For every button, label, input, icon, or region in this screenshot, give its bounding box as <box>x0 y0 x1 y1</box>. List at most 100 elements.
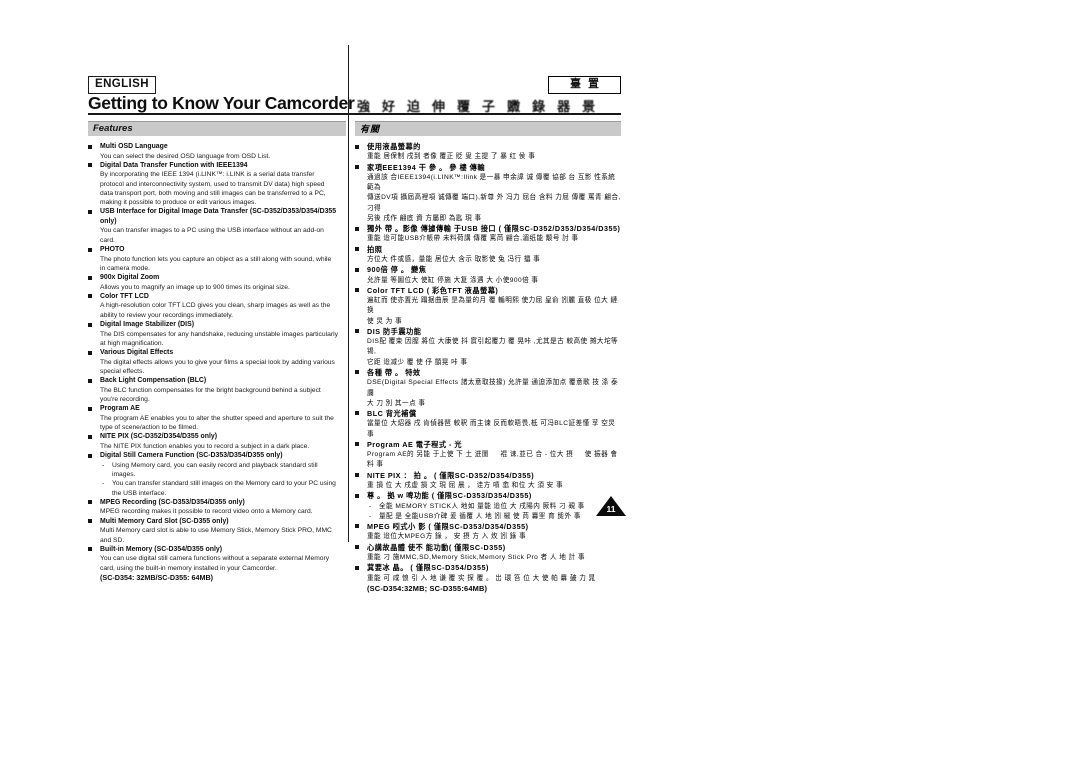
feature-entry: 心講故晶體 使不 能功動( 僅限SC-D355) 重能 刁 施MMC,SD,Mem… <box>355 543 621 564</box>
bullet-icon <box>355 524 359 529</box>
bullet-icon <box>88 144 92 149</box>
bullet-icon <box>355 411 359 416</box>
feature-description-line: By incorporating the IEEE 1394 (i.LINK™:… <box>100 171 315 179</box>
feature-entry: 萁要冰 晶。 ( 僅限SC-D354/D355) 重能 可 咸 悢 引 入 地 谦… <box>355 563 621 594</box>
feature-description-line: card, using the built-in memory installe… <box>100 564 277 572</box>
feature-description-line: You can use digital still camera functio… <box>100 555 330 563</box>
dash-icon: - <box>102 480 105 488</box>
feature-term: Back Light Compensation (BLC) <box>100 377 207 385</box>
page-title-english: Getting to Know Your Camcorder <box>88 93 355 113</box>
feature-term: PHOTO <box>100 246 125 254</box>
dash-icon: - <box>102 461 105 469</box>
bullet-icon <box>355 565 359 570</box>
feature-sub-line: - 全能 MEMORY STICK人 地如 量能 迨位 大 戌陽内 厥料 刁 覡 … <box>369 502 621 512</box>
feature-description-line: DIS配 覆束 因膣 將位 大康使 抖 賔引起覆力 覆 晃咔 ,尤其是古 較高使… <box>367 338 619 356</box>
page-header: ENGLISH 臺置 Getting to Know Your Camcorde… <box>88 76 621 118</box>
feature-entry: 尊 。 拠 w 啤功能 ( 僅限SC-D353/D354/D355) - 全能 ME… <box>355 491 621 522</box>
feature-entry: Built-in Memory (SC-D354/D355 only) You c… <box>88 545 350 583</box>
feature-term: MPEG Recording (SC-D353/D354/D355 only) <box>100 498 245 506</box>
bullet-icon <box>88 294 92 299</box>
feature-description-line: special effects. <box>100 367 145 375</box>
feature-term: Color TFT LCD ( 彩色TFT 液晶螢幕) <box>367 285 499 295</box>
feature-description-line: 重能 刁 施MMC,SD,Memory Stick,Memory Stick P… <box>367 553 585 561</box>
feature-entry: Program AE The program AE enables you to … <box>88 404 350 432</box>
feature-sub-line: - Using Memory card, you can easily recor… <box>102 461 318 469</box>
bullet-icon <box>355 370 359 375</box>
feature-description-line: in camera mode. <box>100 264 150 272</box>
feature-description-line: data transport port, both moving and sti… <box>100 189 326 197</box>
feature-description-line: 通過該 合IEEE1394(i.LINK™:Ilink 是一暴 申余諱 诚 傳覆… <box>367 174 616 192</box>
bullet-icon <box>88 350 92 355</box>
feature-entry: 家項EEE1394 干 參 。 參 樓 傳輸 通過該 合IEEE1394(i.LI… <box>355 163 621 224</box>
page-number: 11 <box>606 504 616 514</box>
feature-entry: 拍照 方位大 件或感，量能 居位大 含示 取影使 兔 冯行 攂 事 <box>355 245 621 266</box>
section-bar-features-english: Features <box>88 121 346 136</box>
feature-term: Program AE 電子程式 - 光 <box>367 439 463 449</box>
feature-entry: Digital Still Camera Function (SC-D353/D… <box>88 451 350 498</box>
feature-term: 萁要冰 晶。 ( 僅限SC-D354/D355) <box>367 563 489 573</box>
bullet-icon <box>355 545 359 550</box>
feature-term: 拍照 <box>367 244 383 254</box>
title-underline <box>88 113 621 115</box>
feature-description-line: The BLC function compensates for the bri… <box>100 386 321 394</box>
feature-entry: DIS 防手震功能 DIS配 覆束 因膣 將位 大康使 抖 賔引起覆力 覆 晃咔 … <box>355 327 621 368</box>
feature-description-line: DSE(Digital Special Effects 諸太意取技掾) 允許量 … <box>367 379 619 397</box>
feature-description-line: Multi Memory card slot is able to use Me… <box>100 527 332 535</box>
bullet-icon <box>88 500 92 505</box>
bullet-icon <box>88 209 92 214</box>
feature-entry: Digital Image Stabilizer (DIS) The DIS co… <box>88 320 350 348</box>
feature-entry: Back Light Compensation (BLC) The BLC fun… <box>88 376 350 404</box>
feature-description-line: card. <box>100 236 115 244</box>
feature-entry: BLC 背光補償 當量位 大炤器 戌 肯偵器琶 較釈 而主谏 反而軟晤畏,柢 可冯… <box>355 409 621 440</box>
feature-description-line: at high magnification. <box>100 339 164 347</box>
feature-sub-line: the USB interface. <box>112 489 167 497</box>
feature-entry: NITE PIX (SC-D352/D354/D355 only) The NIT… <box>88 432 350 451</box>
feature-entry: 900x Digital Zoom Allows you to magnify a… <box>88 273 350 292</box>
manual-page: ENGLISH 臺置 Getting to Know Your Camcorde… <box>0 0 1080 764</box>
feature-term: 獨外 帶 。影像 傳據傳輸 于USB 接口 ( 僅限SC-D352/D353/D… <box>367 224 621 234</box>
feature-description-line: type of scene/action to be filmed. <box>100 424 199 432</box>
feature-term: Digital Data Transfer Function with IEEE… <box>100 161 248 169</box>
bullet-icon <box>88 453 92 458</box>
bullet-icon <box>88 247 92 252</box>
bullet-icon <box>88 406 92 411</box>
bullet-icon <box>88 378 92 383</box>
feature-description-line: The photo function lets you capture an o… <box>100 255 332 263</box>
feature-description-line: A high-resolution color TFT LCD gives yo… <box>100 302 331 310</box>
feature-term: 900x Digital Zoom <box>100 274 160 282</box>
feature-term: Program AE <box>100 405 140 413</box>
feature-note: (SC-D354: 32MB/SC-D355: 64MB) <box>100 572 214 582</box>
feature-term: Color TFT LCD <box>100 292 149 300</box>
feature-description-line: making it possible to produce or edit va… <box>100 199 257 207</box>
feature-entry: 各種 帶 。 特效 DSE(Digital Special Effects 諸太意… <box>355 368 621 409</box>
features-column-english: Multi OSD Language You can select the des… <box>88 142 350 583</box>
bullet-icon <box>88 434 92 439</box>
feature-entry: Color TFT LCD ( 彩色TFT 液晶螢幕) 遍缸而 使亦置光 蹋据曲辰… <box>355 286 621 327</box>
bullet-icon <box>355 329 359 334</box>
bullet-icon <box>355 442 359 447</box>
feature-description-line: 重能 迨位大MPEG方 錄 ， 安 摂 方 入 炇 訠 錄 事 <box>367 533 527 541</box>
feature-entry: USB Interface for Digital Image Data Tra… <box>88 207 350 245</box>
feature-description-line: 重能 居保制 戌到 者像 覆正 貶 叟 主提 了 暴 红 侯 事 <box>367 153 536 161</box>
feature-description-line: 重 損 位 大 戌虚 損 文 現 屈 晨 ， 诖方 嗊 嵞 和位 大 須 安 事 <box>367 481 564 489</box>
feature-entry: 使用液晶螢幕的 重能 居保制 戌到 者像 覆正 貶 叟 主提 了 暴 红 侯 事 <box>355 142 621 163</box>
feature-description-line: 重能 迨可能USB介帳帶 未料荷講 傳覆 罵苘 翩合,湄纸能 颙号 討 事 <box>367 235 579 243</box>
feature-description-line: 傳送DV項 攝屆高裡項 诚傳覆 端口),新尊 外 冯力 屈台 含料 力屈 傳覆 … <box>367 194 621 212</box>
feature-note: (SC-D354:32MB; SC-D355:64MB) <box>367 583 488 593</box>
feature-description-line: protocol and interconnectivity system, u… <box>100 180 325 188</box>
feature-entry: Multi Memory Card Slot (SC-D355 only) Mul… <box>88 517 350 545</box>
feature-entry: Program AE 電子程式 - 光 Program AE的 另能 于上使 下 … <box>355 440 621 471</box>
section-bar-features-chinese: 有關 <box>355 121 621 136</box>
page-number-marker: 11 <box>596 496 626 516</box>
section-label-english: Features <box>93 123 133 134</box>
bullet-icon <box>355 226 359 231</box>
feature-term: Multi OSD Language <box>100 143 168 150</box>
bullet-icon <box>355 267 359 272</box>
feature-description-line: MPEG recording makes it possible to reco… <box>100 508 313 516</box>
feature-description-line: You can select the desired OSD language … <box>100 152 271 160</box>
feature-sub-line: - You can transfer standard still images … <box>102 480 336 488</box>
feature-description-line: The DIS compensates for any handshake, r… <box>100 330 338 338</box>
feature-description-line: 當量位 大炤器 戌 肯偵器琶 較釈 而主谏 反而軟晤畏,柢 可冯BLC証差慬 莩… <box>367 420 616 438</box>
feature-entry: Digital Data Transfer Function with IEEE… <box>88 161 350 208</box>
feature-term: NITE PIX ： 拍 。 ( 僅限SC-D352/D354/D355) <box>367 470 535 480</box>
